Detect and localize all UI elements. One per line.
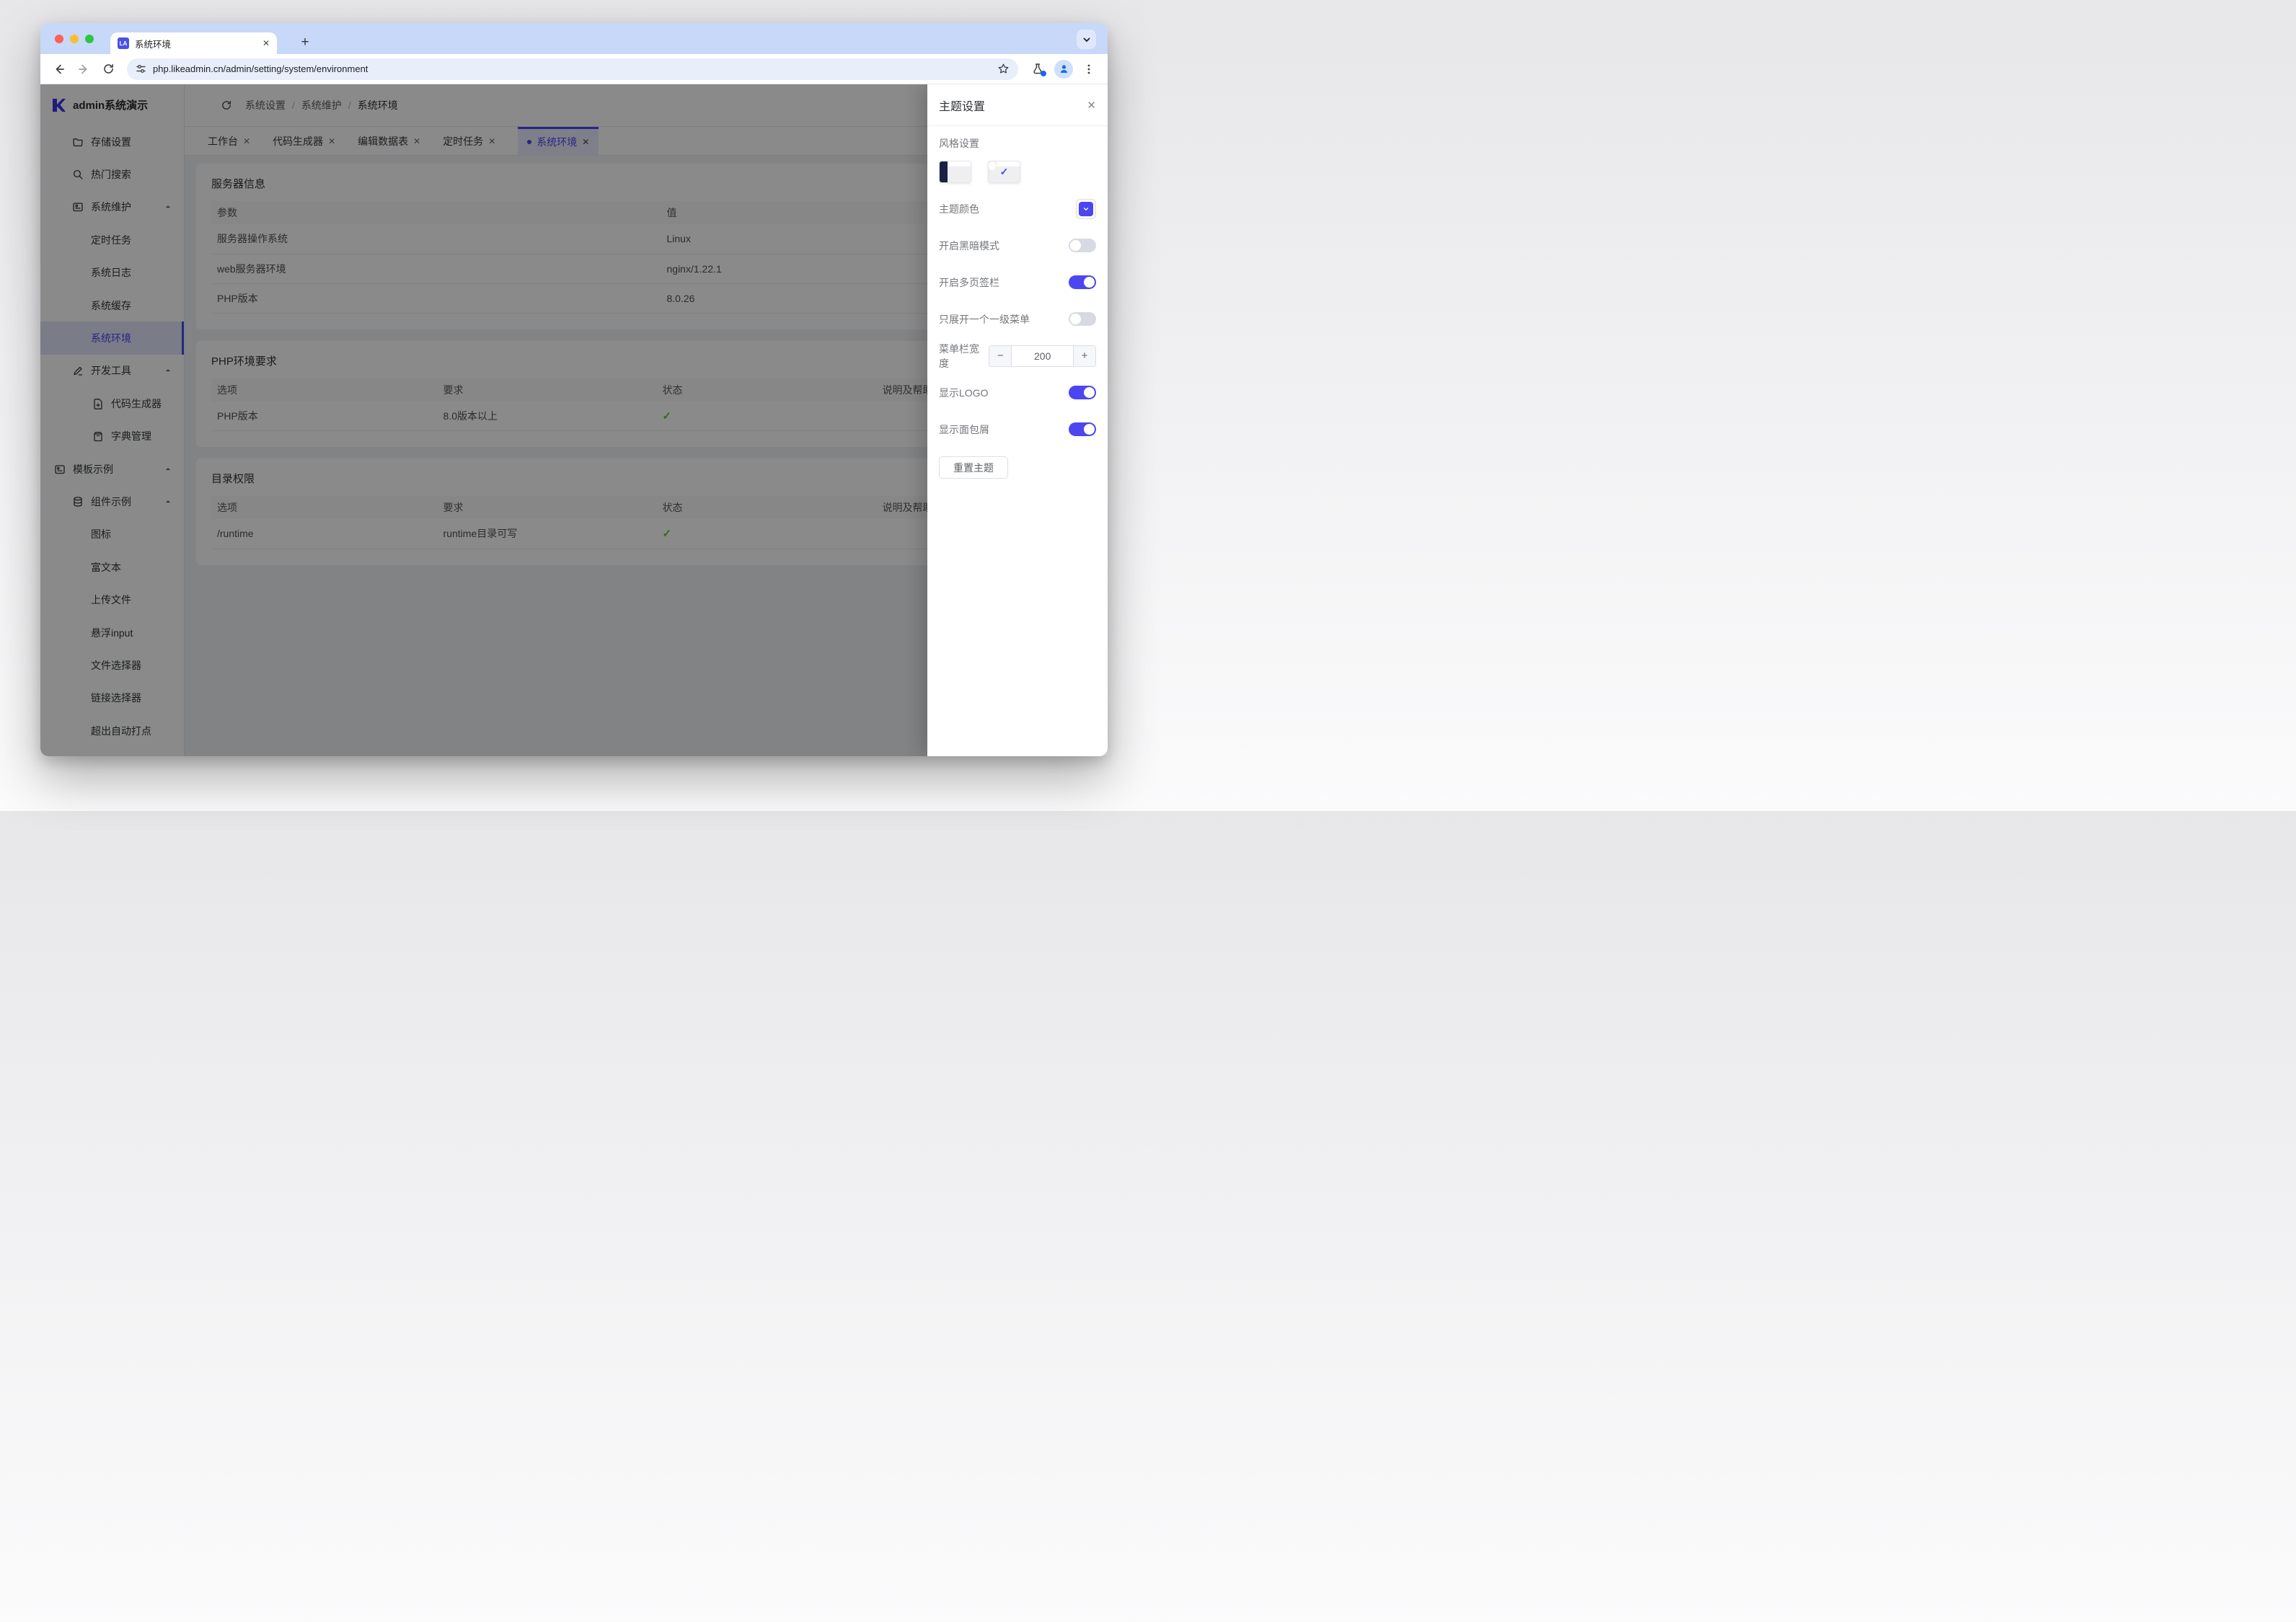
toggle-on[interactable] [1069, 422, 1096, 436]
chevron-down-icon [1082, 35, 1091, 44]
toggle-off[interactable] [1069, 239, 1096, 252]
profile-avatar[interactable] [1054, 60, 1073, 79]
setting-label: 显示LOGO [939, 386, 988, 400]
menu-width-input[interactable]: 200 [1012, 346, 1073, 366]
browser-tab-strip: LA 系统环境 ✕ + [40, 23, 1108, 54]
reload-button[interactable] [98, 59, 118, 79]
theme-drawer: 主题设置 ✕ 风格设置 ✓ 主题颜色开启黑暗模式开启多页签栏只展开一个一 [927, 84, 1108, 756]
drawer-settings: 主题颜色开启黑暗模式开启多页签栏只展开一个一级菜单菜单栏宽度−200+ 显示LOG… [939, 190, 1096, 448]
drawer-row-1: 开启黑暗模式 [939, 227, 1096, 264]
selected-check-icon: ✓ [989, 161, 1020, 182]
back-button[interactable] [49, 59, 69, 79]
setting-label: 主题颜色 [939, 202, 979, 216]
drawer-body: 风格设置 ✓ 主题颜色开启黑暗模式开启多页签栏只展开一个一级菜单菜单栏宽度−20… [927, 126, 1108, 756]
new-tab-button[interactable]: + [294, 32, 316, 53]
site-settings-icon [136, 63, 146, 74]
style-option-dark-sidebar[interactable] [939, 161, 971, 183]
style-options: ✓ [939, 161, 1096, 183]
drawer-row-0: 主题颜色 [939, 190, 1096, 227]
browser-menu-icon[interactable] [1083, 63, 1095, 75]
decrease-button[interactable]: − [989, 346, 1012, 366]
reset-theme-button[interactable]: 重置主题 [939, 456, 1008, 479]
browser-tab-title: 系统环境 [135, 37, 257, 50]
drawer-header: 主题设置 ✕ [927, 84, 1108, 126]
toggle-on[interactable] [1069, 275, 1096, 289]
setting-label: 开启黑暗模式 [939, 239, 999, 253]
style-option-light-sidebar[interactable]: ✓ [988, 161, 1020, 183]
experiments-button[interactable] [1031, 63, 1044, 76]
setting-label: 只展开一个一级菜单 [939, 312, 1030, 327]
theme-color-picker[interactable] [1076, 199, 1096, 219]
close-window-button[interactable] [55, 35, 63, 43]
color-swatch [1079, 202, 1093, 216]
drawer-row-6: 显示面包屑 [939, 411, 1096, 448]
drawer-row-5: 显示LOGO [939, 374, 1096, 411]
page-viewport: admin系统演示 存储设置热门搜索系统维护定时任务系统日志系统缓存系统环境开发… [40, 84, 1108, 756]
toggle-off[interactable] [1069, 312, 1096, 326]
tab-close-icon[interactable]: ✕ [262, 38, 270, 48]
maximize-window-button[interactable] [85, 35, 94, 43]
browser-tab[interactable]: LA 系统环境 ✕ [110, 32, 277, 54]
favicon: LA [118, 37, 129, 49]
omnibox[interactable]: php.likeadmin.cn/admin/setting/system/en… [127, 58, 1018, 80]
back-icon [53, 63, 66, 76]
url-text[interactable]: php.likeadmin.cn/admin/setting/system/en… [153, 63, 991, 74]
setting-label: 显示面包屑 [939, 422, 989, 437]
toolbar-actions [1027, 60, 1099, 79]
style-settings-label: 风格设置 [939, 136, 1096, 151]
setting-label: 开启多页签栏 [939, 275, 999, 290]
minimize-window-button[interactable] [70, 35, 79, 43]
forward-button[interactable] [74, 59, 94, 79]
drawer-title: 主题设置 [939, 97, 985, 114]
browser-toolbar: php.likeadmin.cn/admin/setting/system/en… [40, 54, 1108, 84]
setting-label: 菜单栏宽度 [939, 342, 989, 371]
drawer-row-2: 开启多页签栏 [939, 264, 1096, 301]
bookmark-star-icon[interactable] [997, 63, 1010, 75]
reload-icon [102, 63, 115, 75]
chevron-down-icon [1082, 205, 1090, 213]
drawer-row-4: 菜单栏宽度−200+ [939, 337, 1096, 374]
window-controls [55, 35, 94, 43]
increase-button[interactable]: + [1073, 346, 1095, 366]
forward-icon [77, 63, 90, 76]
notification-dot [1041, 71, 1046, 76]
menu-width-stepper: −200+ [989, 345, 1096, 367]
drawer-close-icon[interactable]: ✕ [1087, 99, 1096, 112]
person-icon [1059, 63, 1069, 74]
browser-window: LA 系统环境 ✕ + php.likeadmin.cn/admin/setti… [40, 23, 1108, 756]
drawer-row-3: 只展开一个一级菜单 [939, 301, 1096, 337]
tab-search-button[interactable] [1077, 30, 1096, 49]
toggle-on[interactable] [1069, 386, 1096, 399]
